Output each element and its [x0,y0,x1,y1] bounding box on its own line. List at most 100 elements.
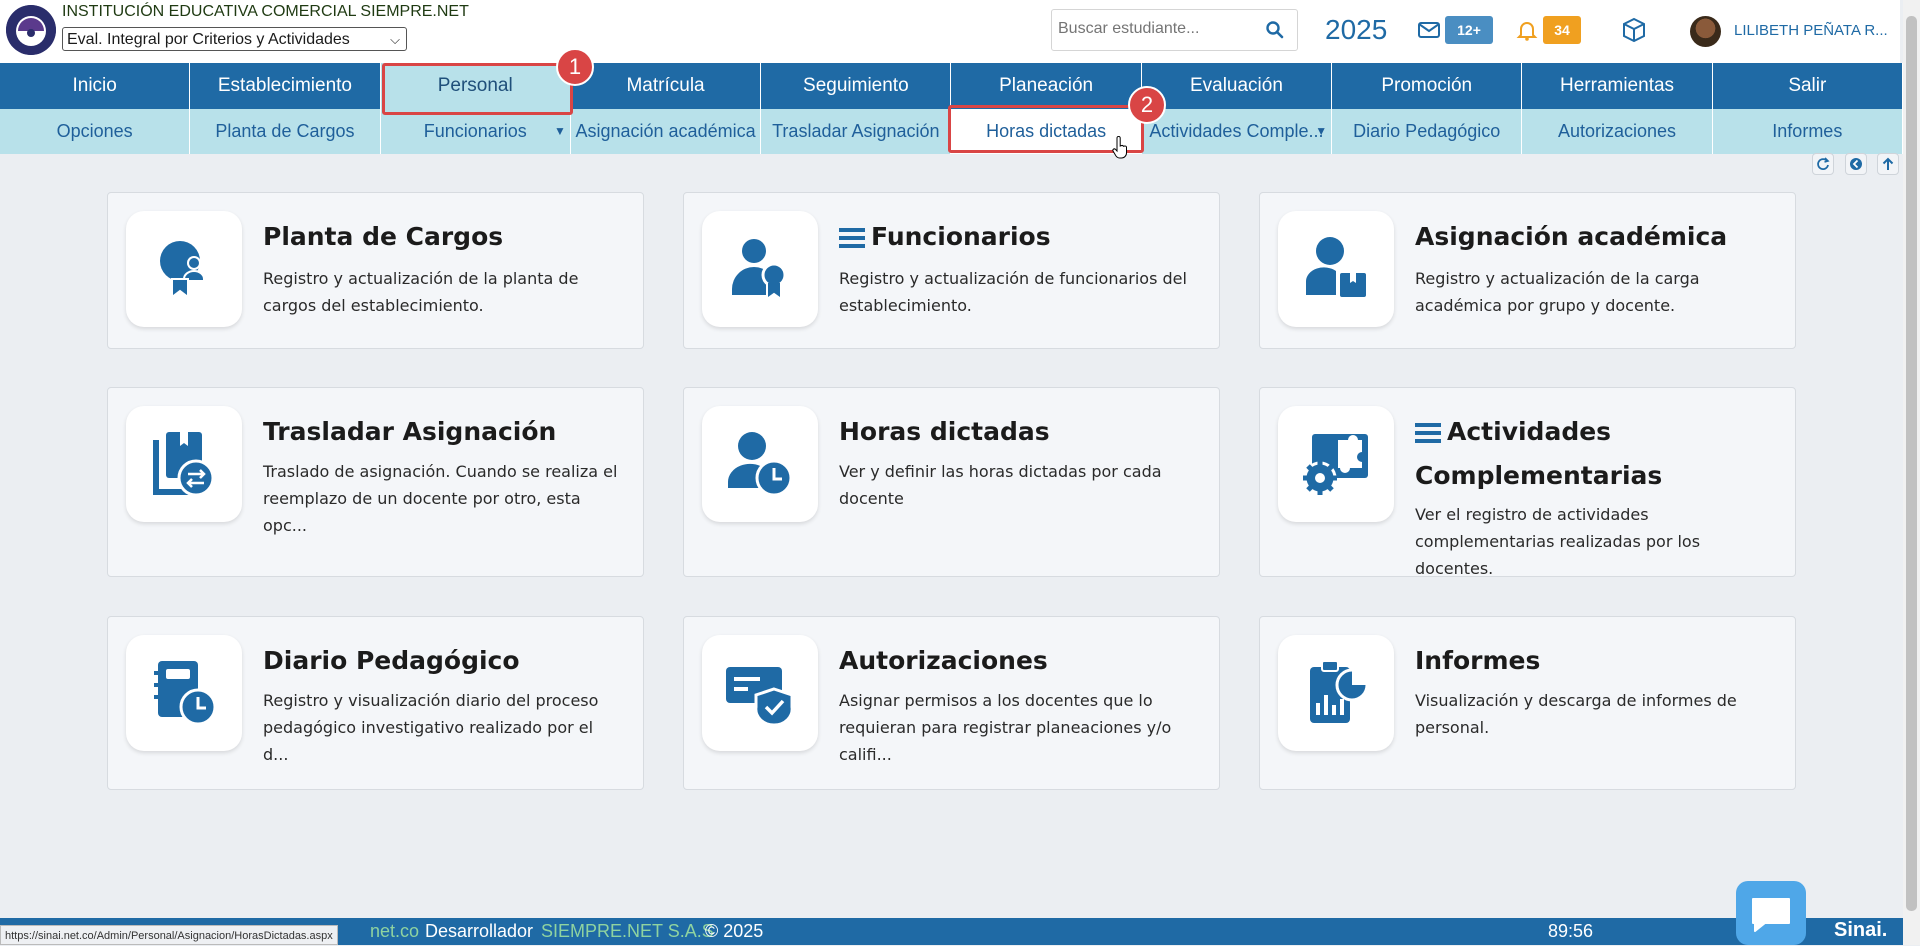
student-search-input[interactable] [1056,19,1260,39]
institution-name: INSTITUCIÓN EDUCATIVA COMERCIAL SIEMPRE.… [62,3,469,20]
evaluation-type-select[interactable]: Eval. Integral por Criterios y Actividad… [62,27,407,51]
footer-copyright: © 2025 [705,921,764,941]
top-header: INSTITUCIÓN EDUCATIVA COMERCIAL SIEMPRE.… [0,0,1900,63]
submenu-asignacion-academica[interactable]: Asignación académica [571,109,762,154]
refresh-icon [1817,157,1830,170]
menu-inicio[interactable]: Inicio [0,63,191,109]
user-name[interactable]: LILIBETH PEÑATA R... [1734,22,1888,39]
card-description: Registro y actualización de la planta de… [263,269,579,315]
card-title: Informes [1415,646,1541,675]
session-timer: 89:56 [1548,921,1594,941]
submenu-actividades-label: Actividades Comple... [1149,121,1324,141]
card-title: Horas dictadas [839,417,1050,446]
card-title: Trasladar Asignación [263,417,557,446]
hamburger-menu-icon[interactable] [839,227,865,249]
card-description: Registro y actualización de la carga aca… [1415,269,1700,315]
caret-down-icon: ▼ [554,124,566,138]
person-clock-icon [702,406,818,522]
hamburger-menu-icon[interactable] [1415,422,1441,444]
notifications-badge[interactable]: 34 [1543,16,1581,44]
institution-logo[interactable] [6,5,56,55]
refresh-button[interactable] [1812,153,1834,175]
chat-button[interactable] [1736,881,1806,945]
submenu-opciones[interactable]: Opciones [0,109,191,154]
menu-planeacion[interactable]: Planeación [951,63,1142,109]
menu-salir[interactable]: Salir [1713,63,1903,109]
main-menu: Inicio Establecimiento Personal Matrícul… [0,63,1903,109]
arrow-up-icon [1882,157,1894,170]
school-year[interactable]: 2025 [1325,14,1387,46]
browser-status-url: https://sinai.net.co/Admin/Personal/Asig… [0,925,338,945]
annotation-step-2: 2 [1128,86,1166,124]
card-title: Planta de Cargos [263,222,504,251]
chat-bubble-icon [1752,898,1790,932]
card-diario-pedagogico[interactable]: Diario Pedagógico Registro y visualizaci… [107,616,644,790]
footer-developer-label: Desarrollador [425,921,534,941]
card-title: Asignación académica [1415,222,1728,251]
avatar[interactable] [1690,16,1721,47]
teacher-book-icon [1278,211,1394,327]
card-title: Actividades Complementarias [1415,417,1663,490]
card-horas-dictadas[interactable]: Horas dictadas Ver y definir las horas d… [683,387,1220,577]
puzzle-gear-icon [1278,406,1394,522]
staff-award-icon [702,211,818,327]
card-funcionarios[interactable]: Funcionarios Registro y actualización de… [683,192,1220,349]
search-icon[interactable] [1265,20,1285,40]
card-actividades-complementarias[interactable]: Actividades Complementarias Ver el regis… [1259,387,1796,578]
card-title: Funcionarios [871,222,1051,251]
submenu-funcionarios[interactable]: Funcionarios ▼ [381,109,571,154]
card-title-row: Funcionarios [839,215,1199,259]
report-chart-icon [1278,635,1394,751]
card-description: Visualización y descarga de informes de … [1415,691,1737,737]
submenu-diario-pedagogico[interactable]: Diario Pedagógico [1332,109,1523,154]
caret-down-icon: ▼ [1315,124,1328,138]
card-title-row: Actividades Complementarias [1415,410,1775,498]
card-title: Diario Pedagógico [263,646,520,675]
footer-developer-name[interactable]: SIEMPRE.NET S.A.S [541,921,714,942]
card-description: Ver y definir las horas dictadas por cad… [839,462,1162,508]
scroll-top-button[interactable] [1877,153,1899,175]
card-asignacion-academica[interactable]: Asignación académica Registro y actualiz… [1259,192,1796,349]
bell-icon[interactable] [1515,18,1539,42]
card-autorizaciones[interactable]: Autorizaciones Asignar permisos a los do… [683,616,1220,790]
menu-promocion[interactable]: Promoción [1332,63,1523,109]
submenu-trasladar-asignacion[interactable]: Trasladar Asignación [761,109,952,154]
shield-check-card-icon [702,635,818,751]
notebook-clock-icon [126,635,242,751]
card-trasladar-asignacion[interactable]: Trasladar Asignación Traslado de asignac… [107,387,644,577]
menu-herramientas[interactable]: Herramientas [1522,63,1713,109]
hand-cursor-icon [1112,136,1127,159]
menu-matricula[interactable]: Matrícula [571,63,762,109]
scrollbar-thumb[interactable] [1906,16,1917,911]
submenu-informes[interactable]: Informes [1713,109,1903,154]
submenu-funcionarios-label: Funcionarios [423,121,527,141]
menu-evaluacion[interactable]: Evaluación [1142,63,1333,109]
card-description: Asignar permisos a los docentes que lo r… [839,691,1172,764]
card-description: Registro y actualización de funcionarios… [839,269,1187,315]
menu-establecimiento[interactable]: Establecimiento [190,63,381,109]
vertical-scrollbar[interactable] [1903,0,1920,945]
menu-seguimiento[interactable]: Seguimiento [761,63,952,109]
card-informes[interactable]: Informes Visualización y descarga de inf… [1259,616,1796,790]
envelope-icon[interactable] [1417,18,1441,42]
transfer-books-icon [126,406,242,522]
card-description: Traslado de asignación. Cuando se realiz… [263,462,618,535]
footer-domain[interactable]: net.co [370,921,419,942]
submenu-autorizaciones[interactable]: Autorizaciones [1522,109,1713,154]
chevron-down-icon: ⌵ [390,32,400,47]
student-search-box[interactable] [1051,9,1298,51]
cube-icon[interactable] [1620,16,1648,44]
submenu-planta-de-cargos[interactable]: Planta de Cargos [190,109,381,154]
evaluation-type-value: Eval. Integral por Criterios y Actividad… [67,31,350,48]
footer: https://sinai.net.co/Admin/Personal/Asig… [0,918,1903,945]
messages-badge[interactable]: 12+ [1445,16,1493,44]
submenu-actividades-complementarias[interactable]: Actividades Comple... ▼ [1142,109,1333,154]
annotation-step-1: 1 [556,48,594,86]
annotation-highlight-personal [382,63,573,115]
card-description: Ver el registro de actividades complemen… [1415,505,1701,578]
card-planta-de-cargos[interactable]: Planta de Cargos Registro y actualizació… [107,192,644,349]
card-title: Autorizaciones [839,646,1048,675]
badge-person-icon [126,211,242,327]
sinai-brand-logo: Sinai. [1834,919,1888,941]
back-button[interactable] [1845,153,1867,175]
